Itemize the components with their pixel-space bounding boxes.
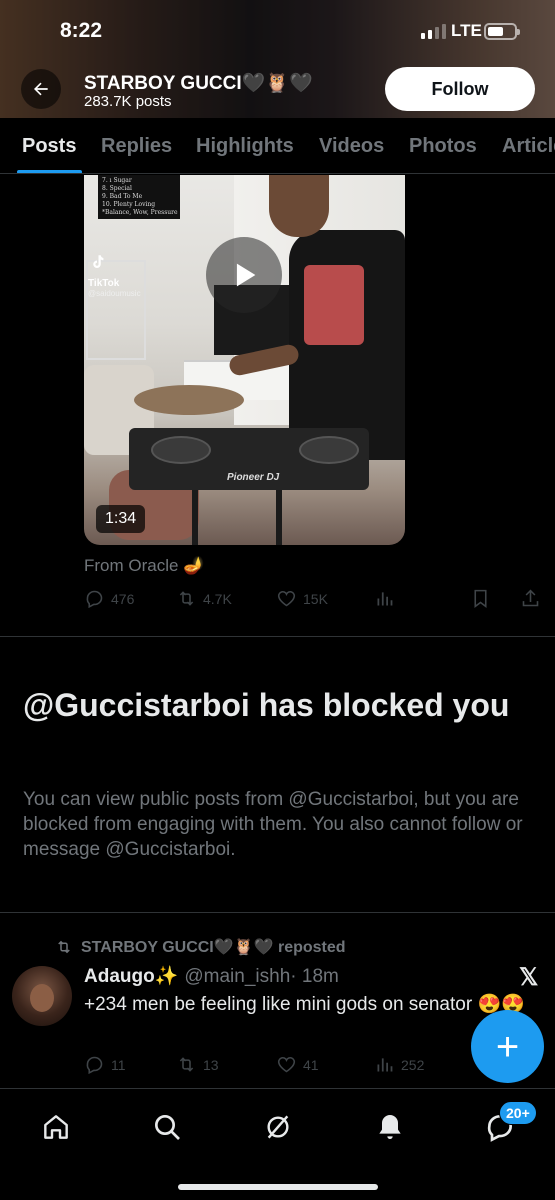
tab-articles[interactable]: Articles bbox=[502, 135, 555, 158]
jog-wheel-left bbox=[151, 436, 211, 464]
jog-wheel-right bbox=[299, 436, 359, 464]
repost-action[interactable]: 13 bbox=[176, 1054, 219, 1075]
signal-icon bbox=[421, 23, 446, 39]
tracklist-line: *Balance, Wow, Pressure bbox=[102, 209, 178, 216]
video-player[interactable]: Pioneer DJ 7. ı Sugar 8. Special 9. Bad … bbox=[84, 175, 405, 545]
active-tab-indicator bbox=[17, 170, 82, 173]
video-person-shirt-print bbox=[304, 265, 364, 345]
repost-indicator: STARBOY GUCCI🖤🦉🖤 reposted bbox=[55, 937, 346, 957]
tiktok-label: TikTok bbox=[88, 278, 120, 289]
video-duration: 1:34 bbox=[96, 505, 146, 533]
tracklist-line: 8. Special bbox=[102, 185, 132, 192]
blocked-description: You can view public posts from @Guccista… bbox=[23, 789, 523, 860]
tab-photos[interactable]: Photos bbox=[409, 135, 477, 158]
play-button[interactable] bbox=[206, 237, 282, 313]
tracklist-line: 7. ı Sugar bbox=[102, 177, 132, 184]
heart-icon bbox=[277, 1056, 296, 1073]
bell-icon bbox=[379, 1115, 401, 1139]
tab-highlights[interactable]: Highlights bbox=[196, 135, 294, 158]
repost-icon bbox=[179, 591, 194, 606]
repost-icon bbox=[179, 1057, 194, 1072]
reply-count: 476 bbox=[111, 590, 135, 607]
tracklist-line: 10. Plenty Loving bbox=[102, 201, 156, 208]
controller-brand: Pioneer DJ bbox=[227, 472, 280, 483]
video-source-label: From Oracle 🪔 bbox=[84, 556, 205, 575]
avatar[interactable] bbox=[12, 966, 72, 1026]
author-handle[interactable]: @main_ishh bbox=[184, 966, 290, 987]
bookmark-icon bbox=[474, 589, 487, 608]
tab-replies[interactable]: Replies bbox=[101, 135, 172, 158]
tweet-time: · 18m bbox=[290, 966, 339, 987]
tiktok-watermark: TikTok @saidoumusic bbox=[88, 253, 141, 298]
bar-chart-icon bbox=[377, 592, 393, 606]
views-action[interactable] bbox=[374, 588, 395, 609]
posts-count: 283.7K posts bbox=[84, 93, 172, 110]
nav-notifications[interactable] bbox=[374, 1111, 406, 1143]
reply-action[interactable]: 11 bbox=[84, 1054, 126, 1075]
grok-icon bbox=[267, 1115, 289, 1139]
bookmark-action[interactable] bbox=[470, 588, 491, 609]
messages-badge: 20+ bbox=[499, 1101, 537, 1125]
like-action[interactable]: 41 bbox=[276, 1054, 319, 1075]
home-indicator bbox=[178, 1184, 378, 1190]
repost-indicator-text: STARBOY GUCCI🖤🦉🖤 reposted bbox=[81, 939, 346, 956]
share-action[interactable] bbox=[520, 588, 541, 609]
network-label: LTE bbox=[451, 21, 482, 40]
tiktok-icon bbox=[93, 255, 104, 268]
video-dj-controller: Pioneer DJ bbox=[129, 428, 369, 490]
video-tracklist-overlay: 7. ı Sugar 8. Special 9. Bad To Me 10. P… bbox=[98, 175, 180, 219]
tab-posts[interactable]: Posts bbox=[22, 135, 76, 158]
home-icon bbox=[44, 1115, 68, 1139]
like-action[interactable]: 15K bbox=[276, 588, 328, 609]
repost-icon bbox=[58, 940, 70, 954]
author-name[interactable]: Adaugo✨ bbox=[84, 966, 178, 987]
video-scene-table bbox=[134, 385, 244, 415]
views-action[interactable]: 252 bbox=[374, 1054, 424, 1075]
heart-icon bbox=[277, 590, 296, 607]
tab-videos[interactable]: Videos bbox=[319, 135, 384, 158]
divider bbox=[0, 912, 555, 913]
reply-action[interactable]: 476 bbox=[84, 588, 134, 609]
video-person-head bbox=[269, 175, 329, 237]
bar-chart-icon bbox=[377, 1058, 393, 1072]
arrow-left-icon bbox=[34, 82, 48, 96]
status-time: 8:22 bbox=[60, 19, 103, 42]
plus-icon: + bbox=[495, 1024, 520, 1069]
follow-button[interactable]: Follow bbox=[385, 67, 535, 111]
nav-grok[interactable] bbox=[262, 1111, 294, 1143]
nav-home[interactable] bbox=[40, 1111, 72, 1143]
video-scene-stand bbox=[192, 490, 282, 545]
divider bbox=[0, 636, 555, 637]
tweet-header: Adaugo✨ @main_ishh· 18m bbox=[84, 964, 339, 988]
tracklist-line: 9. Bad To Me bbox=[102, 193, 143, 200]
view-count: 252 bbox=[401, 1056, 425, 1073]
repost-action[interactable]: 4.7K bbox=[176, 588, 232, 609]
status-bar: 8:22 LTE bbox=[0, 0, 555, 62]
share-icon bbox=[522, 589, 539, 607]
search-icon bbox=[155, 1115, 180, 1140]
battery-icon bbox=[484, 23, 520, 40]
repost-count: 13 bbox=[203, 1056, 219, 1073]
tiktok-username: @saidoumusic bbox=[88, 289, 141, 298]
profile-tabs: Posts Replies Highlights Videos Photos A… bbox=[0, 118, 555, 174]
nav-search[interactable] bbox=[151, 1111, 183, 1143]
reply-icon bbox=[86, 1056, 103, 1075]
reply-icon bbox=[86, 590, 103, 609]
compose-button[interactable]: + bbox=[471, 1010, 544, 1083]
reply-count: 11 bbox=[111, 1056, 126, 1073]
x-logo-icon: 𝕏 bbox=[519, 964, 539, 991]
play-icon bbox=[236, 263, 256, 287]
profile-name: STARBOY GUCCI🖤🦉🖤 bbox=[84, 73, 313, 94]
back-button[interactable] bbox=[21, 69, 61, 109]
blocked-title: @Guccistarboi has blocked you bbox=[23, 687, 510, 723]
post-actions: 476 4.7K 15K bbox=[84, 588, 544, 612]
like-count: 15K bbox=[303, 590, 328, 607]
repost-count: 4.7K bbox=[203, 590, 232, 607]
like-count: 41 bbox=[303, 1056, 319, 1073]
tweet-text: +234 men be feeling like mini gods on se… bbox=[84, 994, 525, 1015]
